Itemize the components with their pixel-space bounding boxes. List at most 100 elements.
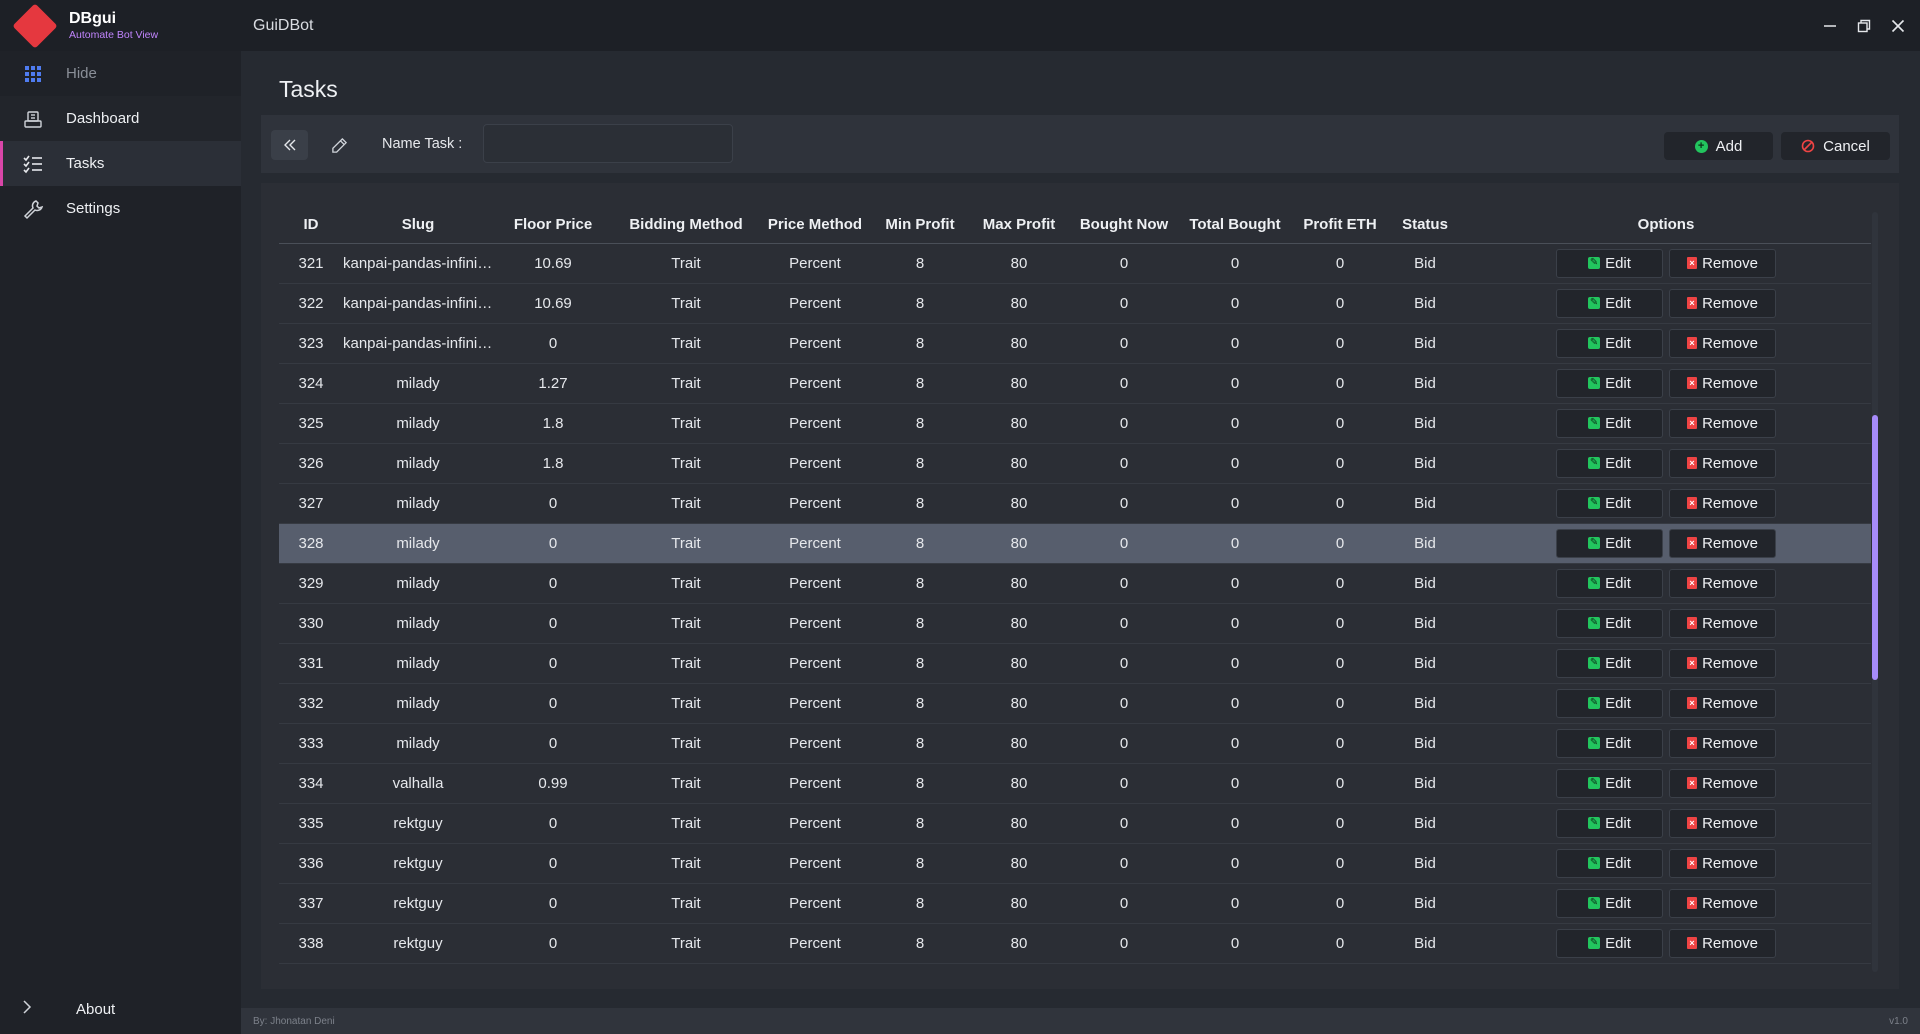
edit-button[interactable]: ✎ Edit (1556, 928, 1663, 958)
table-cell: 329 (279, 563, 343, 604)
column-header[interactable]: Price Method (759, 206, 871, 244)
edit-button[interactable]: ✎ Edit (1556, 808, 1663, 838)
remove-button[interactable]: × Remove (1669, 688, 1776, 718)
sidebar-item-settings[interactable]: Settings (0, 186, 241, 231)
remove-button[interactable]: × Remove (1669, 568, 1776, 598)
table-row[interactable]: 333 milady 0 Trait Percent 8 80 0 0 0 Bid ✎ Edit × Rem… (279, 723, 1871, 764)
table-row[interactable]: 329 milady 0 Trait Percent 8 80 0 0 0 Bid ✎ Edit × Rem… (279, 563, 1871, 604)
column-header[interactable]: Floor Price (493, 206, 613, 244)
table-cell: 80 (969, 803, 1069, 844)
table-cell: 80 (969, 283, 1069, 324)
remove-button[interactable]: × Remove (1669, 608, 1776, 638)
column-header[interactable]: ID (279, 206, 343, 244)
sidebar-item-tasks[interactable]: Tasks (0, 141, 241, 186)
table-row[interactable]: 327 milady 0 Trait Percent 8 80 0 0 0 Bid ✎ Edit × Rem… (279, 483, 1871, 524)
edit-button[interactable]: ✎ Edit (1556, 688, 1663, 718)
remove-button[interactable]: × Remove (1669, 528, 1776, 558)
edit-button[interactable]: ✎ Edit (1556, 768, 1663, 798)
table-row[interactable]: 324 milady 1.27 Trait Percent 8 80 0 0 0 Bid ✎ Edit ×… (279, 363, 1871, 404)
column-header[interactable]: Slug (343, 206, 493, 244)
table-row[interactable]: 328 milady 0 Trait Percent 8 80 0 0 0 Bid ✎ Edit × Rem… (279, 523, 1871, 564)
table-cell: 0 (1291, 483, 1389, 524)
column-header[interactable]: Min Profit (871, 206, 969, 244)
table-row[interactable]: 334 valhalla 0.99 Trait Percent 8 80 0 0 0 Bid ✎ Edi… (279, 763, 1871, 804)
table-scrollbar-thumb[interactable] (1872, 415, 1878, 680)
table-row[interactable]: 336 rektguy 0 Trait Percent 8 80 0 0 0 Bid ✎ Edit × Re… (279, 843, 1871, 884)
remove-button[interactable]: × Remove (1669, 888, 1776, 918)
row-options: ✎ Edit × Remove (1461, 328, 1871, 358)
sidebar-item-hide[interactable]: Hide (0, 51, 241, 96)
cancel-button[interactable]: Cancel (1781, 132, 1890, 160)
table-cell: 0 (1179, 563, 1291, 604)
edit-button[interactable]: ✎ Edit (1556, 848, 1663, 878)
table-row[interactable]: 330 milady 0 Trait Percent 8 80 0 0 0 Bid ✎ Edit × Rem… (279, 603, 1871, 644)
table-row[interactable]: 337 rektguy 0 Trait Percent 8 80 0 0 0 Bid ✎ Edit × Re… (279, 883, 1871, 924)
remove-button[interactable]: × Remove (1669, 248, 1776, 278)
edit-button[interactable]: ✎ Edit (1556, 248, 1663, 278)
table-row[interactable]: 338 rektguy 0 Trait Percent 8 80 0 0 0 Bid ✎ Edit × Re… (279, 923, 1871, 964)
edit-button[interactable]: ✎ Edit (1556, 368, 1663, 398)
table-cell: Percent (759, 763, 871, 804)
edit-label: Edit (1605, 854, 1631, 872)
table-row[interactable]: 332 milady 0 Trait Percent 8 80 0 0 0 Bid ✎ Edit × Rem… (279, 683, 1871, 724)
remove-button[interactable]: × Remove (1669, 408, 1776, 438)
remove-button[interactable]: × Remove (1669, 728, 1776, 758)
remove-button[interactable]: × Remove (1669, 848, 1776, 878)
remove-button[interactable]: × Remove (1669, 288, 1776, 318)
name-task-input[interactable] (483, 124, 733, 163)
edit-button[interactable]: ✎ Edit (1556, 568, 1663, 598)
edit-button[interactable]: ✎ Edit (1556, 488, 1663, 518)
column-header[interactable]: Status (1389, 206, 1461, 244)
close-icon[interactable] (1890, 18, 1906, 34)
edit-button[interactable]: ✎ Edit (1556, 888, 1663, 918)
edit-button[interactable]: ✎ Edit (1556, 448, 1663, 478)
title-bar: DBgui Automate Bot View GuiDBot (0, 0, 1920, 51)
remove-button[interactable]: × Remove (1669, 768, 1776, 798)
edit-button[interactable]: ✎ Edit (1556, 728, 1663, 758)
table-row[interactable]: 335 rektguy 0 Trait Percent 8 80 0 0 0 Bid ✎ Edit × Re… (279, 803, 1871, 844)
remove-button[interactable]: × Remove (1669, 648, 1776, 678)
remove-button[interactable]: × Remove (1669, 488, 1776, 518)
remove-button[interactable]: × Remove (1669, 328, 1776, 358)
edit-button[interactable]: ✎ Edit (1556, 648, 1663, 678)
edit-button[interactable]: ✎ Edit (1556, 288, 1663, 318)
edit-button[interactable]: ✎ Edit (1556, 608, 1663, 638)
table-row[interactable]: 331 milady 0 Trait Percent 8 80 0 0 0 Bid ✎ Edit × Rem… (279, 643, 1871, 684)
remove-button[interactable]: × Remove (1669, 368, 1776, 398)
column-header[interactable]: Bidding Method (613, 206, 759, 244)
table-cell: Percent (759, 643, 871, 684)
table-row[interactable]: 326 milady 1.8 Trait Percent 8 80 0 0 0 Bid ✎ Edit × R… (279, 443, 1871, 484)
table-cell: 80 (969, 923, 1069, 964)
restore-icon[interactable] (1856, 18, 1872, 34)
remove-button[interactable]: × Remove (1669, 808, 1776, 838)
table-row[interactable]: 321 kanpai-pandas-infinity... 10.69 Trait Pe… (279, 243, 1871, 284)
table-cell: 0 (1179, 803, 1291, 844)
table-row[interactable]: 323 kanpai-pandas-infinity... 0 Trait Percen… (279, 323, 1871, 364)
table-cell: milady (343, 563, 493, 604)
edit-button[interactable]: ✎ Edit (1556, 408, 1663, 438)
remove-button[interactable]: × Remove (1669, 448, 1776, 478)
column-header[interactable]: Profit ETH (1291, 206, 1389, 244)
table-cell: milady (343, 523, 493, 564)
table-cell: 328 (279, 523, 343, 564)
table-cell: 0 (1179, 323, 1291, 364)
table-cell: 8 (871, 523, 969, 564)
edit-label: Edit (1605, 694, 1631, 712)
table-row[interactable]: 322 kanpai-pandas-infinity... 10.69 Trait Pe… (279, 283, 1871, 324)
back-button[interactable] (271, 130, 308, 160)
table-cell: Percent (759, 923, 871, 964)
table-cell: Trait (613, 283, 759, 324)
minimize-icon[interactable] (1822, 18, 1838, 34)
edit-button[interactable]: ✎ Edit (1556, 528, 1663, 558)
table-row[interactable]: 325 milady 1.8 Trait Percent 8 80 0 0 0 Bid ✎ Edit × R… (279, 403, 1871, 444)
edit-label: Edit (1605, 814, 1631, 832)
pencil-icon[interactable] (327, 133, 351, 157)
column-header[interactable]: Bought Now (1069, 206, 1179, 244)
column-header[interactable]: Max Profit (969, 206, 1069, 244)
add-button[interactable]: + Add (1664, 132, 1773, 160)
remove-button[interactable]: × Remove (1669, 928, 1776, 958)
sidebar-item-about[interactable]: About (0, 984, 241, 1034)
sidebar-item-dashboard[interactable]: Dashboard (0, 96, 241, 141)
column-header[interactable]: Total Bought (1179, 206, 1291, 244)
edit-button[interactable]: ✎ Edit (1556, 328, 1663, 358)
